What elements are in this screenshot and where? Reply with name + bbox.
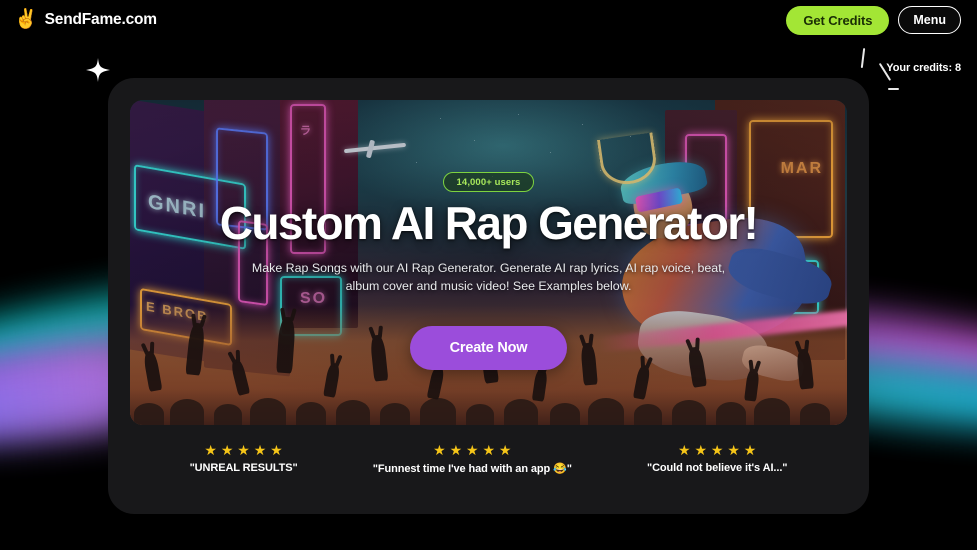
testimonial-item: ★ ★ ★ ★ ★ "UNREAL RESULTS" <box>190 443 298 474</box>
hero-card: GNRI E BROB ラ SO MAR <box>108 78 869 514</box>
header-actions: Get Credits Menu <box>786 5 961 35</box>
decorative-tick-icon <box>860 47 865 69</box>
testimonial-quote: "Could not believe it's AI..." <box>646 462 788 474</box>
menu-button[interactable]: Menu <box>898 6 961 34</box>
site-header: ✌ SendFame.com Get Credits Menu <box>0 0 977 40</box>
testimonial-item: ★ ★ ★ ★ ★ "Could not believe it's AI..." <box>646 442 788 474</box>
users-count-badge: 14,000+ users <box>442 172 535 192</box>
brand-logo[interactable]: ✌ SendFame.com <box>14 8 157 30</box>
hero-banner: GNRI E BROB ラ SO MAR <box>130 100 847 425</box>
testimonials-row: ★ ★ ★ ★ ★ "UNREAL RESULTS" ★ ★ ★ ★ ★ "Fu… <box>130 425 847 492</box>
create-now-button[interactable]: Create Now <box>409 326 568 371</box>
cta-wrapper: Create Now <box>409 326 568 371</box>
testimonial-item: ★ ★ ★ ★ ★ "Funnest time I've had with an… <box>373 443 572 475</box>
decorative-tick-icon <box>888 88 899 90</box>
testimonial-quote: "UNREAL RESULTS" <box>189 462 298 474</box>
rating-stars: ★ ★ ★ ★ ★ <box>433 441 512 458</box>
page-root: ✌ SendFame.com Get Credits Menu Your cre… <box>0 0 977 550</box>
brand-name: SendFame.com <box>44 11 157 28</box>
hero-content: 14,000+ users Custom AI Rap Generator! M… <box>130 100 847 425</box>
credits-balance-label: Your credits: 8 <box>886 62 961 74</box>
victory-hand-icon: ✌ <box>14 8 38 30</box>
testimonial-quote: "Funnest time I've had with an app 😂" <box>372 462 572 475</box>
hero-subtitle: Make Rap Songs with our AI Rap Generator… <box>251 260 726 294</box>
rating-stars: ★ ★ ★ ★ ★ <box>678 442 757 458</box>
get-credits-button[interactable]: Get Credits <box>786 5 890 35</box>
rating-stars: ★ ★ ★ ★ ★ <box>204 442 283 458</box>
sparkle-star-icon <box>86 58 110 87</box>
page-title: Custom AI Rap Generator! <box>219 197 759 249</box>
